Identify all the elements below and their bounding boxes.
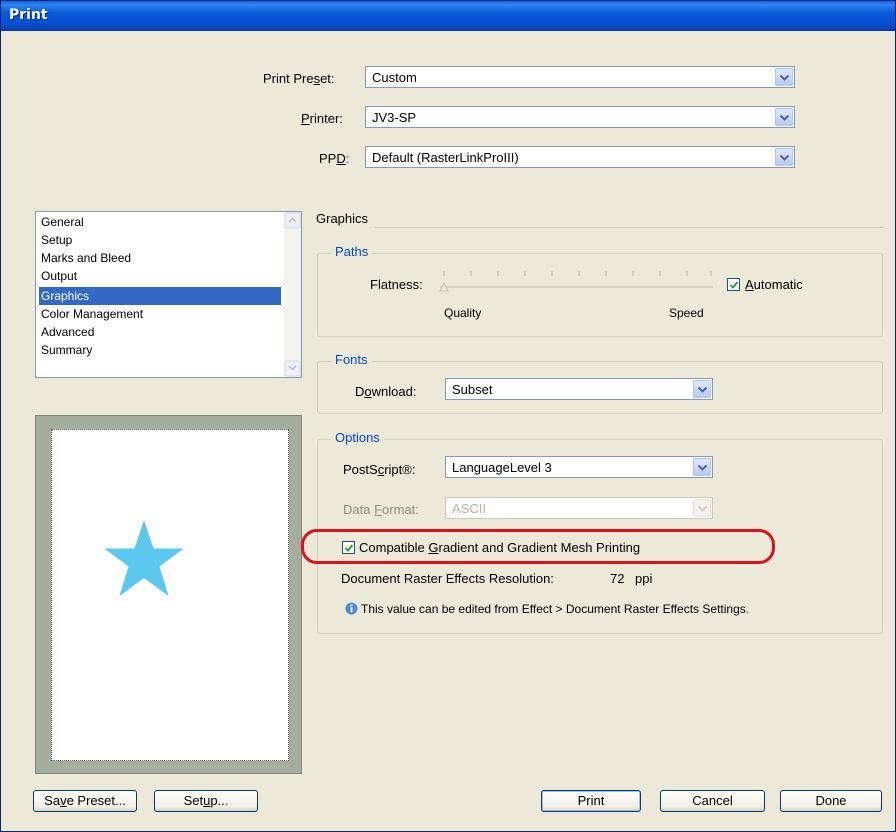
setup-button[interactable]: Setup...: [154, 790, 258, 812]
save-preset-button[interactable]: Save Preset...: [33, 790, 137, 812]
chevron-down-icon[interactable]: [775, 68, 793, 86]
options-group-title: Options: [331, 430, 384, 445]
cancel-button[interactable]: Cancel: [660, 790, 765, 812]
title-bar[interactable]: Print: [1, 1, 895, 31]
fonts-group-title: Fonts: [331, 352, 372, 367]
paths-group-title: Paths: [331, 244, 373, 259]
ppd-label: PPD:: [319, 151, 350, 166]
list-scrollbar[interactable]: [284, 212, 301, 377]
automatic-checkbox[interactable]: [727, 278, 740, 291]
data-format-value: ASCII: [452, 501, 486, 516]
dialog-title: Print: [9, 7, 48, 23]
print-button[interactable]: Print: [541, 790, 641, 812]
printer-select[interactable]: JV3-SP: [365, 106, 795, 128]
download-label: Download:: [355, 384, 417, 399]
postscript-select[interactable]: LanguageLevel 3: [445, 456, 713, 478]
panel-heading: Graphics: [316, 211, 369, 226]
done-button[interactable]: Done: [780, 790, 882, 812]
print-dialog: Print Print Preset: Custom Printer: JV3-…: [0, 0, 896, 832]
check-icon: [729, 281, 739, 289]
print-preset-select[interactable]: Custom: [365, 66, 795, 88]
list-item-advanced[interactable]: Advanced: [39, 323, 94, 341]
info-icon: [345, 602, 358, 615]
chevron-down-icon[interactable]: [693, 458, 711, 476]
star-icon: [104, 520, 184, 596]
chevron-down-icon[interactable]: [693, 380, 711, 398]
data-format-select[interactable]: ASCII: [445, 497, 713, 519]
chevron-down-icon[interactable]: [775, 148, 793, 166]
printer-value: JV3-SP: [372, 110, 417, 125]
chevron-down-icon[interactable]: [775, 108, 793, 126]
postscript-value: LanguageLevel 3: [452, 460, 552, 475]
automatic-label[interactable]: Automatic: [745, 277, 803, 292]
postscript-label: PostScript®:: [343, 462, 416, 477]
quality-label: Quality: [444, 306, 482, 320]
highlight-ring: [301, 529, 775, 564]
paper-preview: [51, 429, 289, 761]
raster-resolution-unit: ppi: [635, 571, 653, 586]
list-item-summary[interactable]: Summary: [39, 341, 92, 359]
scroll-arrows-icon[interactable]: [284, 212, 301, 377]
download-value: Subset: [452, 382, 493, 397]
print-preset-value: Custom: [372, 70, 417, 85]
ppd-value: Default (RasterLinkProIII): [372, 150, 519, 165]
flatness-slider[interactable]: [437, 265, 715, 295]
speed-label: Speed: [669, 306, 704, 320]
chevron-down-icon[interactable]: [693, 499, 711, 517]
ppd-select[interactable]: Default (RasterLinkProIII): [365, 146, 795, 168]
list-item-color-management[interactable]: Color Management: [39, 305, 143, 323]
flatness-label: Flatness:: [370, 277, 423, 292]
list-item-general[interactable]: General: [39, 213, 84, 231]
printer-label: Printer:: [301, 111, 343, 126]
raster-resolution-label: Document Raster Effects Resolution:: [341, 571, 554, 586]
download-select[interactable]: Subset: [445, 378, 713, 400]
raster-resolution-value: 72: [610, 571, 625, 586]
category-list[interactable]: General Setup Marks and Bleed Output Gra…: [35, 211, 302, 378]
print-preset-label: Print Preset:: [263, 71, 335, 86]
heading-divider: [375, 227, 883, 228]
data-format-label: Data Format:: [343, 502, 419, 517]
print-preview: [35, 415, 302, 774]
list-item-output[interactable]: Output: [39, 267, 77, 285]
list-item-marks-and-bleed[interactable]: Marks and Bleed: [39, 249, 131, 267]
info-text: This value can be edited from Effect > D…: [361, 602, 750, 616]
list-item-graphics[interactable]: Graphics: [39, 287, 281, 305]
list-item-setup[interactable]: Setup: [39, 231, 72, 249]
